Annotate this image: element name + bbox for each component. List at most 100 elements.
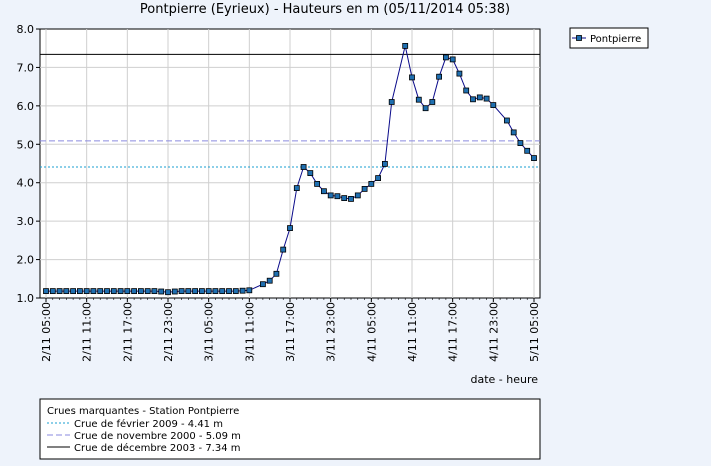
legend: Pontpierre (569, 27, 649, 49)
data-point (151, 288, 158, 295)
data-point (273, 270, 280, 277)
data-point (97, 288, 104, 295)
data-point (334, 193, 341, 200)
data-point (110, 288, 117, 295)
data-point (402, 43, 409, 49)
data-point (422, 105, 429, 112)
data-point (368, 180, 375, 187)
data-point (320, 188, 327, 195)
data-point (219, 288, 226, 295)
data-point (280, 246, 287, 253)
data-point (90, 288, 97, 295)
reference-label-2: Crue de novembre 2000 - 5.09 m (74, 431, 241, 442)
y-tick-label: 7.0 (17, 61, 35, 74)
data-point (381, 160, 388, 167)
data-point (226, 288, 232, 295)
data-point (375, 175, 382, 182)
data-point (158, 288, 165, 295)
data-point (171, 288, 178, 295)
data-point (266, 277, 273, 284)
data-point (246, 287, 253, 294)
y-tick-label: 3.0 (17, 215, 35, 228)
data-point (293, 185, 300, 192)
legend-swatch-marker (576, 35, 582, 41)
y-tick-label: 6.0 (17, 100, 35, 113)
y-tick-label: 8.0 (17, 23, 35, 36)
data-point (307, 170, 314, 177)
data-point (137, 288, 144, 295)
data-point (56, 288, 63, 295)
chart: Pontpierre (Eyrieux) - Hauteurs en m (05… (17, 2, 649, 460)
data-point (300, 164, 307, 170)
data-point (43, 288, 49, 295)
y-tick-label: 2.0 (17, 254, 35, 267)
y-tick-label: 5.0 (17, 138, 35, 151)
reference-label-3: Crue de décembre 2003 - 7.34 m (74, 442, 241, 454)
x-tick-label: 5/11 05:00 (528, 302, 541, 362)
data-point (259, 281, 266, 288)
data-point (287, 225, 293, 232)
x-tick-label: 2/11 11:00 (81, 302, 94, 362)
data-point (361, 185, 368, 192)
data-point (124, 288, 131, 295)
x-tick-label: 2/11 05:00 (40, 302, 53, 362)
data-point (503, 117, 510, 124)
data-point (517, 140, 524, 147)
x-tick-label: 4/11 23:00 (487, 302, 500, 362)
data-point (49, 288, 56, 295)
data-point (476, 94, 483, 101)
data-point (409, 74, 415, 81)
data-point (524, 147, 531, 154)
data-point (442, 54, 449, 61)
y-tick-label: 4.0 (17, 177, 35, 190)
data-point (239, 287, 246, 294)
data-point (232, 288, 239, 295)
data-point (470, 96, 476, 103)
x-tick-label: 3/11 11:00 (243, 302, 256, 362)
data-point (185, 288, 192, 295)
data-point (198, 288, 205, 295)
data-point (354, 192, 361, 199)
y-tick-label: 1.0 (17, 292, 35, 305)
data-point (436, 73, 443, 80)
data-point (192, 288, 199, 295)
x-tick-label: 3/11 23:00 (325, 302, 338, 362)
data-point (144, 288, 151, 295)
data-point (205, 288, 212, 295)
data-point (327, 192, 334, 199)
chart-title: Pontpierre (Eyrieux) - Hauteurs en m (05… (140, 2, 510, 17)
reference-box: Crues marquantes - Station Pontpierre Cr… (39, 398, 541, 460)
data-point (510, 129, 517, 136)
data-point (104, 288, 110, 295)
x-tick-label: 2/11 17:00 (121, 302, 134, 362)
data-point (131, 288, 138, 295)
x-tick-label: 4/11 17:00 (447, 302, 460, 362)
legend-label: Pontpierre (590, 34, 641, 45)
y-axis: 1.0 2.0 3.0 4.0 5.0 6.0 7.0 8.0 (17, 23, 40, 305)
data-point (83, 288, 90, 295)
data-point (483, 95, 490, 102)
reference-label-1: Crue de février 2009 - 4.41 m (74, 418, 223, 430)
data-point (388, 99, 395, 105)
data-point (341, 195, 348, 202)
data-point (178, 288, 185, 295)
x-axis: 2/11 05:00 2/11 11:00 2/11 17:00 2/11 23:00… (40, 298, 541, 362)
data-point (212, 288, 219, 295)
data-point (531, 155, 537, 162)
data-point (415, 96, 422, 103)
data-point (429, 99, 436, 105)
x-tick-label: 3/11 05:00 (203, 302, 216, 362)
data-point (449, 56, 456, 63)
data-point (314, 180, 321, 187)
data-point (70, 288, 76, 295)
data-point (63, 288, 70, 295)
data-point (348, 195, 354, 202)
data-point (165, 289, 171, 296)
x-tick-label: 4/11 05:00 (365, 302, 378, 362)
x-tick-label: 3/11 17:00 (284, 302, 297, 362)
x-tick-label: 4/11 11:00 (406, 302, 419, 362)
reference-box-title: Crues marquantes - Station Pontpierre (47, 406, 239, 417)
x-axis-label: date - heure (470, 373, 538, 386)
data-point (463, 87, 470, 94)
data-point (456, 70, 463, 77)
